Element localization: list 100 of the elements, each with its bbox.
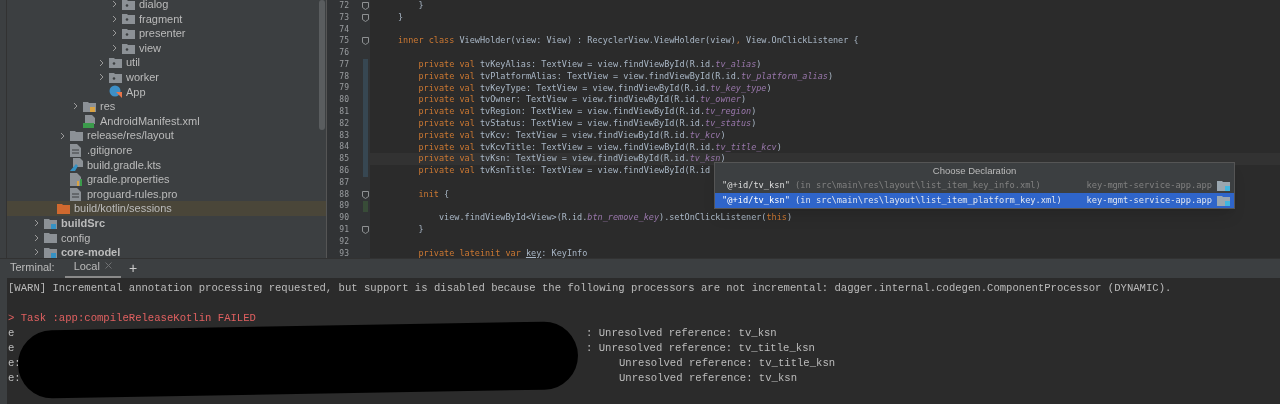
module-folder-icon xyxy=(44,246,57,258)
error-message: Unresolved reference: tv_title_ksn xyxy=(619,356,836,371)
line-number: 83 xyxy=(338,129,349,142)
folder-icon xyxy=(70,130,83,142)
error-message: Unresolved reference: tv_ksn xyxy=(619,371,797,386)
line-number: 77 xyxy=(338,58,349,71)
tree-item[interactable]: .gitignore xyxy=(7,142,326,158)
module-folder-icon xyxy=(1217,195,1230,206)
chevron-right-icon[interactable] xyxy=(111,44,119,53)
chevron-right-icon[interactable] xyxy=(98,58,106,67)
line-number: 74 xyxy=(338,23,349,36)
file-icon xyxy=(70,187,81,201)
folder-icon xyxy=(44,232,57,244)
code-line: private val tvKcv: TextView = view.findViewById(R.id.tv_kcv) xyxy=(417,129,726,140)
declaration-item[interactable]: "@+id/tv_ksn" (in src\main\res\layout\list_item_platform_key.xml) key-mgmt-service-app.app xyxy=(715,193,1234,208)
code-line: private val tvKeyType: TextView = view.findViewById(R.id.tv_key_type) xyxy=(417,82,772,93)
error-prefix: e xyxy=(8,341,16,356)
line-number: 90 xyxy=(338,212,349,225)
class-icon xyxy=(109,85,122,99)
terminal-line: > Task :app:compileReleaseKotlin FAILED xyxy=(8,311,256,326)
error-message: : Unresolved reference: tv_ksn xyxy=(586,326,777,341)
fold-marker-icon[interactable] xyxy=(362,226,369,235)
line-number: 88 xyxy=(338,188,349,201)
fold-marker-icon[interactable] xyxy=(362,1,369,10)
tree-item[interactable]: worker xyxy=(7,69,326,85)
line-number: 79 xyxy=(338,82,349,95)
line-number: 78 xyxy=(338,70,349,83)
tree-item[interactable]: core-model xyxy=(7,245,326,258)
code-line: private val tvKcvTitle: TextView = view.findViewById(R.id.tv_title_kcv) xyxy=(417,141,782,152)
new-tab-button[interactable]: + xyxy=(120,261,146,278)
chevron-right-icon[interactable] xyxy=(98,73,106,82)
folder-icon xyxy=(122,13,135,25)
error-message: : Unresolved reference: tv_title_ksn xyxy=(586,341,815,356)
error-prefix: e xyxy=(8,326,16,341)
chevron-right-icon[interactable] xyxy=(59,131,67,140)
chevron-right-icon[interactable] xyxy=(72,102,80,111)
line-number: 87 xyxy=(338,176,349,189)
file-icon xyxy=(70,143,81,157)
tree-item[interactable]: fragment xyxy=(7,11,326,27)
tree-item[interactable]: gradle.properties xyxy=(7,172,326,187)
code-line: } xyxy=(417,0,424,10)
close-icon[interactable] xyxy=(104,262,112,270)
tree-item[interactable]: AndroidManifest.xml xyxy=(7,113,326,129)
line-number: 85 xyxy=(338,153,349,166)
code-line: private lateinit var key: KeyInfo xyxy=(417,247,588,258)
fold-marker-icon[interactable] xyxy=(362,190,369,199)
tree-item[interactable]: res xyxy=(7,99,326,114)
folder-icon xyxy=(83,100,96,112)
tree-item[interactable]: util xyxy=(7,55,326,70)
gradle-file-icon xyxy=(70,158,83,172)
chevron-right-icon[interactable] xyxy=(33,248,41,257)
line-number: 84 xyxy=(338,141,349,154)
declaration-item[interactable]: "@+id/tv_ksn" (in src\main\res\layout\list_item_key_info.xml) key-mgmt-service-app.app xyxy=(715,178,1234,193)
folder-icon xyxy=(122,42,135,54)
line-number: 82 xyxy=(338,117,349,130)
code-line: inner class ViewHolder(view: View) : RecyclerView.ViewHolder(view), View.OnClickListener { xyxy=(398,35,859,46)
line-number: 80 xyxy=(338,94,349,107)
chevron-right-icon[interactable] xyxy=(111,14,119,23)
code-line: } xyxy=(398,11,404,22)
line-number: 86 xyxy=(338,165,349,178)
folder-icon xyxy=(109,71,122,83)
folder-icon xyxy=(57,203,70,215)
tree-item[interactable]: proguard-rules.pro xyxy=(7,186,326,202)
fold-marker-icon[interactable] xyxy=(362,37,369,46)
line-number: 75 xyxy=(338,35,349,48)
tree-item[interactable]: dialog xyxy=(7,0,326,12)
scrollbar[interactable] xyxy=(319,0,325,130)
chevron-right-icon[interactable] xyxy=(33,219,41,228)
popup-title: Choose Declaration xyxy=(931,164,1018,178)
code-line: private val tvKsnTitle: TextView = view.findViewById(R.id xyxy=(417,165,711,176)
tree-item[interactable]: build.gradle.kts xyxy=(7,157,326,173)
code-line: view.findViewById<View>(R.id.btn_remove_key).setOnClickListener(this) xyxy=(437,212,793,223)
line-number: 92 xyxy=(338,235,349,248)
tree-item[interactable]: presenter xyxy=(7,26,326,41)
error-prefix: e: xyxy=(8,371,22,386)
folder-icon xyxy=(122,28,135,39)
chevron-right-icon[interactable] xyxy=(111,0,119,9)
code-line: } xyxy=(417,224,424,235)
tree-item[interactable]: build/kotlin/sessions xyxy=(7,201,326,216)
tree-item[interactable]: release/res/layout xyxy=(7,128,326,143)
terminal-line: [WARN] Incremental annotation processing requested, but support is disabled because the following processors are not incremental: dagger.internal.codegen.ComponentProcessor (DYNAMIC). xyxy=(8,281,1172,296)
terminal-label: Terminal: xyxy=(9,259,56,275)
line-number: 81 xyxy=(338,106,349,119)
chevron-right-icon[interactable] xyxy=(33,233,41,242)
chevron-right-icon[interactable] xyxy=(111,29,119,38)
line-number: 89 xyxy=(338,200,349,213)
line-number: 91 xyxy=(338,224,349,237)
tree-item[interactable]: config xyxy=(7,230,326,246)
code-line: init { xyxy=(417,188,450,199)
line-number: 72 xyxy=(338,0,349,12)
module-folder-icon xyxy=(44,217,57,229)
tree-item[interactable]: buildSrc xyxy=(7,215,326,231)
code-line: private val tvOwner: TextView = view.findViewById(R.id.tv_owner) xyxy=(417,94,747,105)
tree-item[interactable]: App xyxy=(7,84,326,100)
manifest-file-icon xyxy=(83,114,96,128)
code-line: private val tvPlatformAlias: TextView = view.findViewById(R.id.tv_platform_alias) xyxy=(417,70,833,81)
error-prefix: e: xyxy=(8,356,22,371)
fold-marker-icon[interactable] xyxy=(362,13,369,22)
module-folder-icon xyxy=(1217,180,1230,191)
tree-item[interactable]: view xyxy=(7,40,326,56)
